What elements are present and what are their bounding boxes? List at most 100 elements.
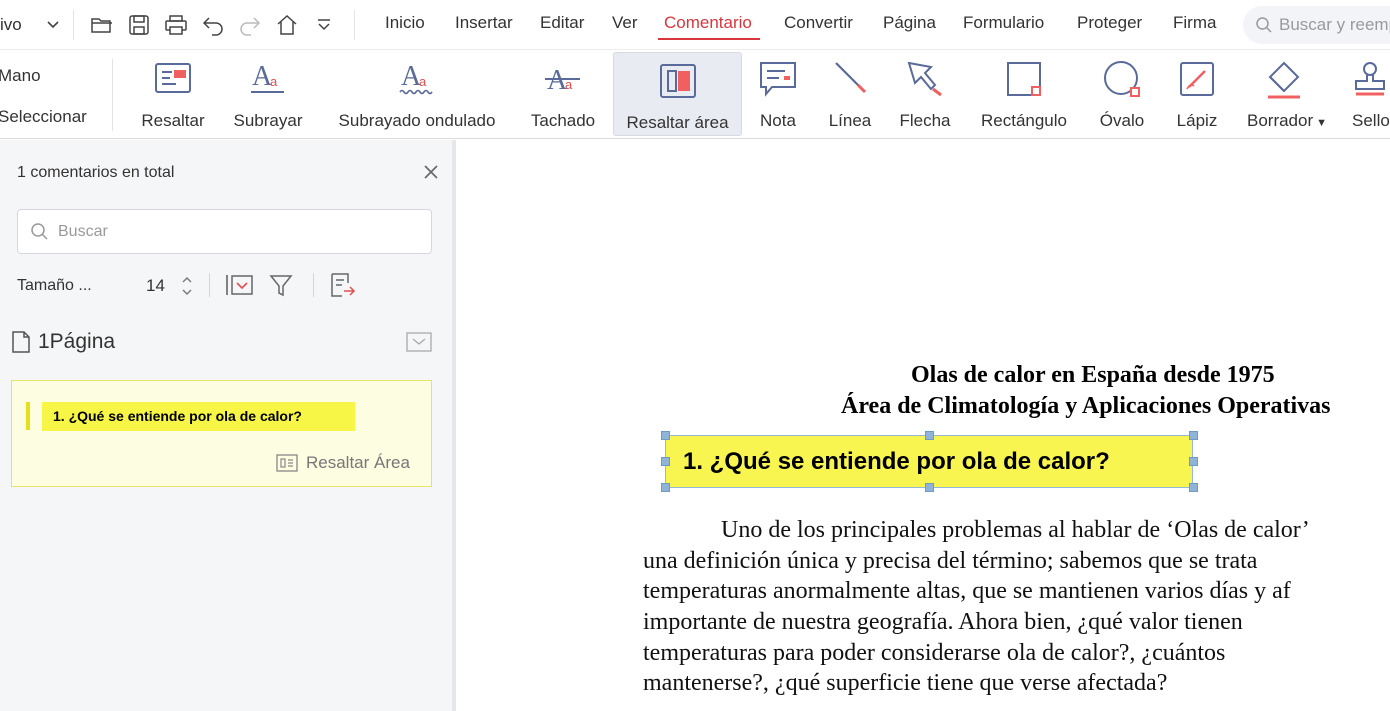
file-menu-label: ivo bbox=[0, 15, 22, 34]
paragraph-line: una definición única y precisa del térmi… bbox=[643, 548, 1258, 574]
divider bbox=[209, 273, 210, 297]
highlight-label: Resaltar bbox=[141, 111, 205, 130]
navigation-tools: Mano Seleccionar bbox=[0, 51, 110, 139]
divider bbox=[354, 10, 355, 40]
resize-handle[interactable] bbox=[1189, 431, 1198, 440]
line-label: Línea bbox=[828, 111, 872, 130]
area-highlight-label: Resaltar área bbox=[626, 113, 729, 132]
note-icon bbox=[756, 59, 800, 99]
paragraph-line: temperaturas para poder considerarse ola… bbox=[643, 640, 1226, 666]
oval-icon bbox=[1100, 59, 1144, 99]
document-subtitle: Área de Climatología y Aplicaciones Oper… bbox=[841, 393, 1331, 419]
highlight-icon bbox=[151, 59, 195, 99]
page-icon bbox=[12, 331, 30, 353]
arrow-tool[interactable]: Flecha bbox=[894, 51, 956, 137]
collapse-icon[interactable] bbox=[406, 332, 432, 352]
filter-icon[interactable] bbox=[266, 271, 296, 299]
eraser-label: Borrador ▼ bbox=[1242, 111, 1332, 131]
area-highlight-tool[interactable]: Resaltar área bbox=[613, 52, 742, 136]
tab-inicio[interactable]: Inicio bbox=[385, 13, 425, 33]
comment-type: Resaltar Área bbox=[276, 453, 410, 473]
close-icon[interactable] bbox=[420, 161, 442, 183]
tab-pagina[interactable]: Página bbox=[883, 13, 936, 33]
underline-tool[interactable]: Aa Subrayar bbox=[228, 51, 308, 137]
pencil-icon bbox=[1175, 59, 1219, 99]
line-icon bbox=[828, 59, 872, 99]
file-menu[interactable]: ivo bbox=[0, 14, 60, 36]
eraser-label-text: Borrador bbox=[1246, 111, 1314, 130]
oval-tool[interactable]: Óvalo bbox=[1093, 51, 1151, 137]
tab-ver[interactable]: Ver bbox=[612, 13, 638, 33]
paragraph-line: Uno de los principales problemas al habl… bbox=[721, 517, 1310, 543]
tab-comentario[interactable]: Comentario bbox=[658, 13, 760, 40]
strikeout-tool[interactable]: Aa Tachado bbox=[526, 51, 600, 137]
eraser-tool[interactable]: Borrador ▼ bbox=[1242, 51, 1332, 137]
expand-collapse-icon[interactable] bbox=[224, 271, 254, 299]
underline-icon: Aa bbox=[246, 59, 290, 99]
resize-handle[interactable] bbox=[661, 483, 670, 492]
divider bbox=[313, 273, 314, 297]
global-search-input[interactable] bbox=[1279, 15, 1390, 35]
tab-insertar[interactable]: Insertar bbox=[455, 13, 513, 33]
rectangle-tool[interactable]: Rectángulo bbox=[976, 51, 1072, 137]
paragraph-line: temperaturas anormalmente altas, que se … bbox=[643, 578, 1291, 604]
select-tool[interactable]: Seleccionar bbox=[0, 107, 87, 127]
comment-search[interactable] bbox=[17, 209, 432, 254]
print-icon[interactable] bbox=[163, 12, 189, 38]
font-size-value[interactable]: 14 bbox=[146, 276, 165, 296]
comment-quote: 1. ¿Qué se entiende por ola de calor? bbox=[42, 402, 355, 431]
global-search[interactable] bbox=[1243, 6, 1390, 44]
export-comments-icon[interactable] bbox=[328, 271, 358, 299]
customize-toolbar-icon[interactable] bbox=[311, 12, 337, 38]
squiggly-underline-icon: Aa bbox=[395, 59, 439, 99]
comment-search-input[interactable] bbox=[58, 222, 398, 241]
resize-handle[interactable] bbox=[925, 483, 934, 492]
resize-handle[interactable] bbox=[1189, 457, 1198, 466]
dropdown-arrow-icon: ▼ bbox=[1316, 117, 1328, 129]
highlight-tool[interactable]: Resaltar bbox=[136, 51, 210, 137]
pencil-label: Lápiz bbox=[1176, 111, 1218, 130]
menu-bar: ivo Inicio Insertar Editar Ver Comentari… bbox=[0, 0, 1390, 50]
document-page[interactable]: Olas de calor en España desde 1975 Área … bbox=[456, 140, 1390, 711]
stamp-tool[interactable]: Sello bbox=[1346, 51, 1390, 137]
stamp-label: Sello bbox=[1352, 111, 1390, 130]
strikeout-icon: Aa bbox=[541, 59, 585, 99]
pencil-tool[interactable]: Lápiz bbox=[1172, 51, 1222, 137]
eraser-icon bbox=[1262, 59, 1306, 99]
tab-firma[interactable]: Firma bbox=[1173, 13, 1216, 33]
paragraph-line: importante de nuestra geografía. Ahora b… bbox=[643, 609, 1243, 635]
page-group-header[interactable]: 1Página bbox=[10, 330, 115, 354]
resize-handle[interactable] bbox=[1189, 483, 1198, 492]
svg-text:a: a bbox=[270, 74, 278, 89]
resize-handle[interactable] bbox=[925, 431, 934, 440]
home-icon[interactable] bbox=[274, 12, 300, 38]
note-tool[interactable]: Nota bbox=[750, 51, 806, 137]
tab-editar[interactable]: Editar bbox=[540, 13, 584, 33]
rectangle-icon bbox=[1002, 59, 1046, 99]
resize-handle[interactable] bbox=[661, 457, 670, 466]
tab-convertir[interactable]: Convertir bbox=[784, 13, 853, 33]
arrow-label: Flecha bbox=[899, 111, 951, 130]
quote-bar bbox=[26, 402, 30, 430]
search-icon bbox=[1256, 17, 1272, 33]
line-tool[interactable]: Línea bbox=[824, 51, 876, 137]
redo-icon[interactable] bbox=[237, 12, 263, 38]
oval-label: Óvalo bbox=[1099, 111, 1145, 130]
tab-proteger[interactable]: Proteger bbox=[1077, 13, 1142, 33]
font-size-stepper-icon[interactable] bbox=[180, 273, 194, 299]
highlighted-heading: 1. ¿Qué se entiende por ola de calor? bbox=[683, 448, 1110, 475]
comment-ribbon: Mano Seleccionar Resaltar Aa Subrayar Aa… bbox=[0, 51, 1390, 139]
open-folder-icon[interactable] bbox=[89, 12, 115, 38]
strikeout-label: Tachado bbox=[530, 111, 596, 130]
squiggly-tool[interactable]: Aa Subrayado ondulado bbox=[330, 51, 504, 137]
undo-icon[interactable] bbox=[200, 12, 226, 38]
area-highlight-icon bbox=[656, 61, 700, 101]
comment-count: 1 comentarios en total bbox=[17, 164, 175, 181]
comment-card[interactable]: 1. ¿Qué se entiende por ola de calor? Re… bbox=[11, 380, 432, 487]
document-title: Olas de calor en España desde 1975 bbox=[911, 362, 1275, 388]
save-icon[interactable] bbox=[126, 12, 152, 38]
tab-formulario[interactable]: Formulario bbox=[963, 13, 1044, 33]
chevron-down-icon bbox=[47, 21, 59, 29]
resize-handle[interactable] bbox=[661, 431, 670, 440]
hand-tool[interactable]: Mano bbox=[0, 66, 41, 86]
